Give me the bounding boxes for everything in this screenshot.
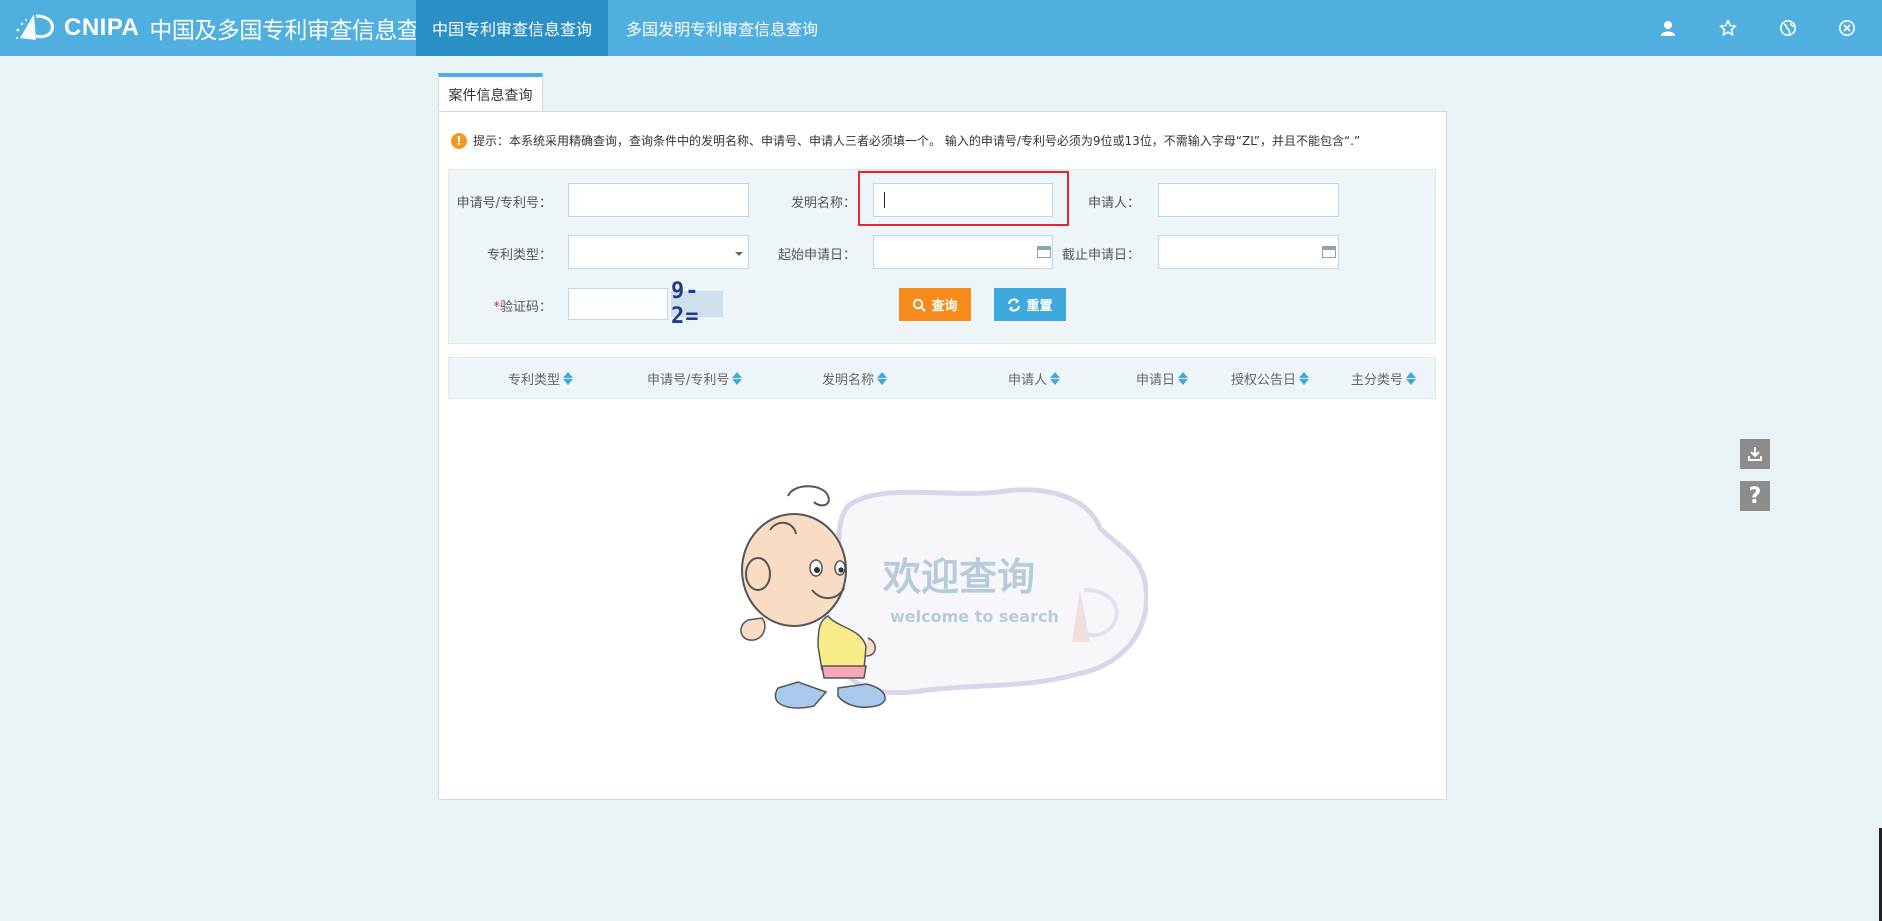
site-logo[interactable]: CNIPA 中国及多国专利审查信息查询 [14, 0, 442, 56]
sort-icon [1050, 371, 1061, 385]
sort-icon [1178, 371, 1189, 385]
column-header-invention-name[interactable]: 发明名称 [822, 358, 888, 398]
application-number-input[interactable] [568, 183, 749, 217]
focus-highlight-box [858, 171, 1069, 226]
welcome-illustration: 欢迎查询 welcome to search [728, 478, 1150, 718]
welcome-title: 欢迎查询 [882, 555, 1035, 599]
logo-text: CNIPA [64, 14, 140, 41]
search-icon [913, 298, 927, 312]
column-header-grant-date[interactable]: 授权公告日 [1231, 358, 1310, 398]
top-navigation-bar: CNIPA 中国及多国专利审查信息查询 中国专利审查信息查询 多国发明专利审查信… [0, 0, 1882, 56]
tab-china-patent-query[interactable]: 中国专利审查信息查询 [416, 0, 608, 56]
user-icon[interactable] [1656, 16, 1680, 40]
refresh-icon [1008, 297, 1021, 312]
results-table-header: 专利类型 申请号/专利号 发明名称 申请人 申请日 授权公告日 主分类号 [448, 357, 1436, 399]
hint-text: 提示：本系统采用精确查询，查询条件中的发明名称、申请号、申请人三者必须填一个。 … [473, 134, 1361, 148]
invention-name-label: 发明名称： [790, 196, 856, 211]
help-icon[interactable]: ? [1740, 481, 1770, 511]
sort-icon [1406, 371, 1417, 385]
captcha-label: *验证码： [493, 300, 552, 315]
sort-icon [732, 371, 743, 385]
applicant-input[interactable] [1158, 183, 1339, 217]
site-title: 中国及多国专利审查信息查询 [149, 18, 442, 44]
tab-case-info-query[interactable]: 案件信息查询 [438, 73, 543, 112]
end-date-input[interactable] [1158, 235, 1339, 269]
column-header-applicant[interactable]: 申请人 [1008, 358, 1061, 398]
applicant-label: 申请人： [1087, 196, 1140, 211]
query-button[interactable]: 查询 [899, 288, 971, 321]
calendar-icon[interactable] [1037, 246, 1051, 258]
reset-button[interactable]: 重置 [994, 288, 1066, 321]
cnipa-logo-icon [16, 14, 54, 40]
column-header-application-number[interactable]: 申请号/专利号 [647, 358, 743, 398]
captcha-image[interactable]: 9-2= [671, 279, 723, 329]
start-date-input[interactable] [873, 235, 1053, 269]
sort-icon [877, 371, 888, 385]
column-header-application-date[interactable]: 申请日 [1136, 358, 1189, 398]
patent-type-label: 专利类型： [486, 248, 552, 263]
chevron-down-icon[interactable] [735, 252, 743, 256]
start-date-label: 起始申请日： [777, 248, 856, 263]
patent-type-select[interactable] [568, 235, 749, 269]
application-number-label: 申请号/专利号： [456, 196, 552, 211]
star-icon[interactable] [1716, 16, 1740, 40]
column-header-patent-type[interactable]: 专利类型 [508, 358, 574, 398]
globe-icon[interactable] [1776, 16, 1800, 40]
end-date-label: 截止申请日： [1061, 248, 1140, 263]
download-icon[interactable] [1740, 439, 1770, 469]
welcome-mascot-icon: 欢迎查询 welcome to search [740, 485, 1150, 709]
tab-multi-country-query[interactable]: 多国发明专利审查信息查询 [608, 0, 836, 56]
close-icon[interactable] [1835, 16, 1859, 40]
sort-icon [1299, 371, 1310, 385]
calendar-icon[interactable] [1322, 246, 1336, 258]
warning-icon: ! [451, 132, 467, 149]
captcha-input[interactable] [568, 288, 668, 320]
column-header-main-classification[interactable]: 主分类号 [1351, 358, 1417, 398]
welcome-subtitle: welcome to search [890, 607, 1059, 626]
hint-message: ! 提示：本系统采用精确查询，查询条件中的发明名称、申请号、申请人三者必须填一个… [451, 132, 1360, 149]
sort-icon [563, 371, 574, 385]
